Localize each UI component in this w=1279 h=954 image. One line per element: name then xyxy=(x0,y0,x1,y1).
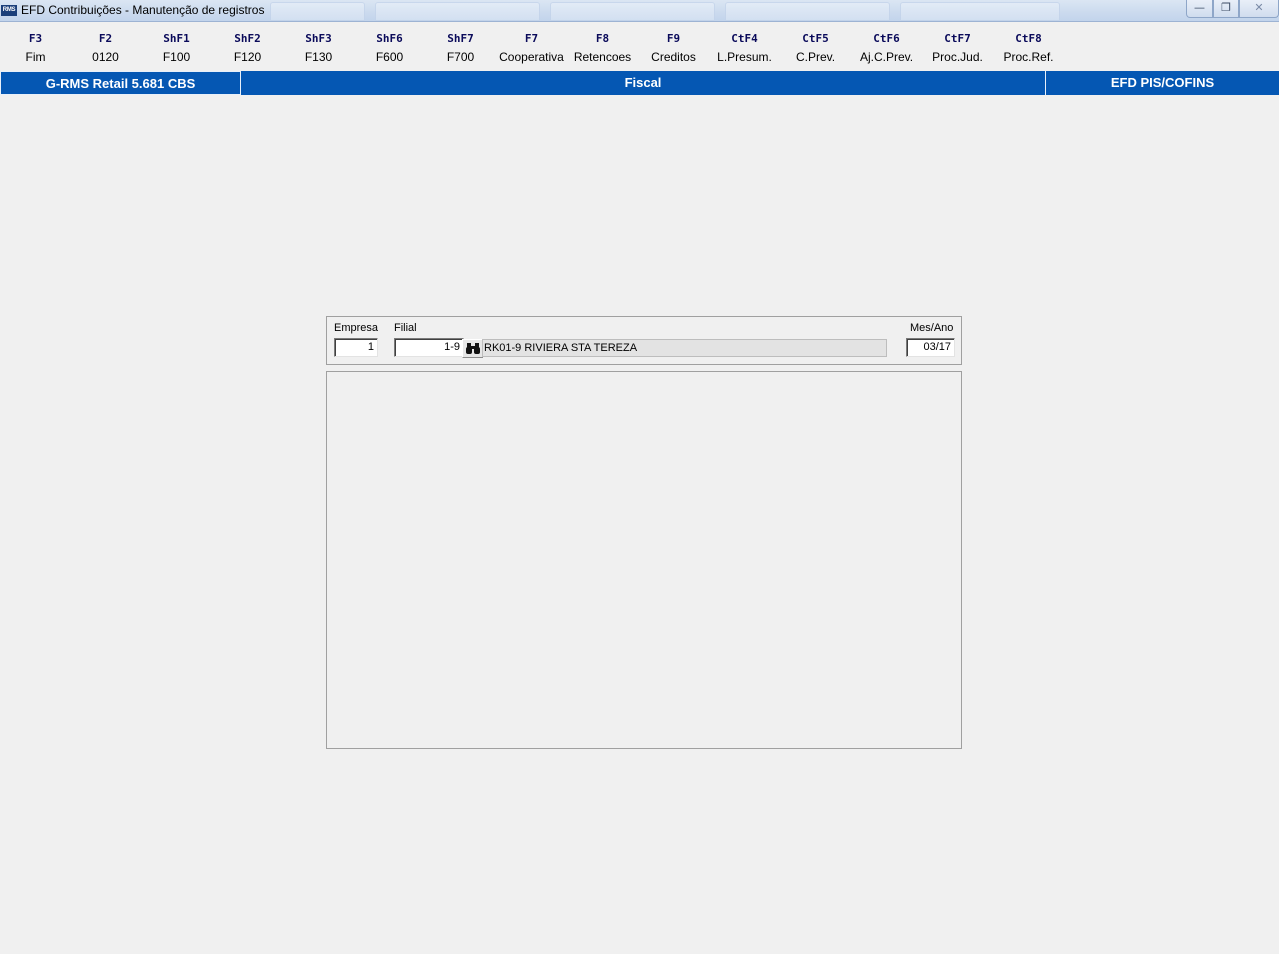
close-icon[interactable]: ✕ xyxy=(1239,0,1279,18)
fkey-label: F130 xyxy=(304,50,333,64)
fkey-label: Creditos xyxy=(651,50,696,64)
fkey-label: Proc.Ref. xyxy=(1003,50,1054,64)
background-taskbar-tabs xyxy=(270,2,1170,21)
fkey-f600[interactable]: ShF6 F600 xyxy=(354,30,425,66)
fkey-key: F2 xyxy=(98,32,113,45)
fkey-key: ShF6 xyxy=(376,32,403,45)
records-area xyxy=(326,371,962,749)
module-header: G-RMS Retail 5.681 CBS Fiscal EFD PIS/CO… xyxy=(0,71,1279,95)
fkey-key: ShF1 xyxy=(163,32,190,45)
fkey-key: F7 xyxy=(524,32,539,45)
fkey-f700[interactable]: ShF7 F700 xyxy=(425,30,496,66)
fkey-label: L.Presum. xyxy=(717,50,772,64)
fkey-label: F600 xyxy=(375,50,404,64)
system-version: G-RMS Retail 5.681 CBS xyxy=(0,71,240,95)
fkey-retencoes[interactable]: F8 Retencoes xyxy=(567,30,638,66)
fkey-0120[interactable]: F2 0120 xyxy=(70,30,141,66)
fkey-cooperativa[interactable]: F7 Cooperativa xyxy=(496,30,567,66)
ghost-tab xyxy=(270,2,365,21)
module-name: Fiscal xyxy=(240,71,1046,95)
fkey-key: CtF8 xyxy=(1015,32,1042,45)
fkey-key: CtF7 xyxy=(944,32,971,45)
fkey-key: F9 xyxy=(666,32,681,45)
minimize-icon[interactable]: — xyxy=(1186,0,1213,18)
fkey-procjud[interactable]: CtF7 Proc.Jud. xyxy=(922,30,993,66)
fkey-f130[interactable]: ShF3 F130 xyxy=(283,30,354,66)
fkey-cprev[interactable]: CtF5 C.Prev. xyxy=(780,30,851,66)
filial-search-button[interactable] xyxy=(462,339,483,358)
fkey-lpresum[interactable]: CtF4 L.Presum. xyxy=(709,30,780,66)
ghost-tab xyxy=(725,2,890,21)
ghost-tab xyxy=(550,2,715,21)
fkey-key: ShF7 xyxy=(447,32,474,45)
screen-name: EFD PIS/COFINS xyxy=(1110,75,1215,90)
fkey-label: Retencoes xyxy=(573,50,632,64)
empresa-label: Empresa xyxy=(334,322,379,334)
fkey-procref[interactable]: CtF8 Proc.Ref. xyxy=(993,30,1064,66)
mesano-field[interactable]: 03/17 xyxy=(906,338,955,357)
restore-icon[interactable]: ❐ xyxy=(1213,0,1239,18)
app-icon: RMS xyxy=(1,5,17,16)
mesano-label: Mes/Ano xyxy=(910,322,954,334)
fkey-key: ShF3 xyxy=(305,32,332,45)
fkey-label: Aj.C.Prev. xyxy=(859,50,914,64)
fkey-creditos[interactable]: F9 Creditos xyxy=(638,30,709,66)
fkey-key: F8 xyxy=(595,32,610,45)
fkey-label: Fim xyxy=(25,50,46,64)
fkey-label: F120 xyxy=(233,50,262,64)
fkey-key: ShF2 xyxy=(234,32,261,45)
fkey-label: Proc.Jud. xyxy=(932,50,983,64)
binoculars-icon xyxy=(465,343,480,354)
fkey-label: Cooperativa xyxy=(499,50,564,64)
fkey-f120[interactable]: ShF2 F120 xyxy=(212,30,283,66)
fkey-label: C.Prev. xyxy=(795,50,836,64)
fkey-fim[interactable]: F3 Fim xyxy=(0,30,71,66)
window-title: EFD Contribuições - Manutenção de regist… xyxy=(21,3,265,17)
fkey-label: F100 xyxy=(162,50,191,64)
filial-label: Filial xyxy=(394,322,417,334)
fkey-key: CtF5 xyxy=(802,32,829,45)
function-key-bar: F3 Fim F2 0120 ShF1 F100 ShF2 F120 ShF3 F130 … xyxy=(0,30,1279,70)
ghost-tab xyxy=(375,2,540,21)
empresa-field[interactable]: 1 xyxy=(334,338,378,357)
fkey-ajcprev[interactable]: CtF6 Aj.C.Prev. xyxy=(851,30,922,66)
fkey-key: CtF4 xyxy=(731,32,758,45)
fkey-key: F3 xyxy=(28,32,43,45)
filial-field[interactable]: 1-9 xyxy=(394,338,464,357)
fkey-f100[interactable]: ShF1 F100 xyxy=(141,30,212,66)
filter-panel: Empresa 1 Filial 1-9 RK01-9 RIVIERA STA … xyxy=(326,316,962,365)
fkey-label: 0120 xyxy=(92,50,119,64)
fkey-label: F700 xyxy=(446,50,475,64)
ghost-tab xyxy=(900,2,1060,21)
fkey-key: CtF6 xyxy=(873,32,900,45)
title-bar: RMS EFD Contribuições - Manutenção de re… xyxy=(0,0,1279,22)
filial-description: RK01-9 RIVIERA STA TEREZA xyxy=(482,339,887,357)
